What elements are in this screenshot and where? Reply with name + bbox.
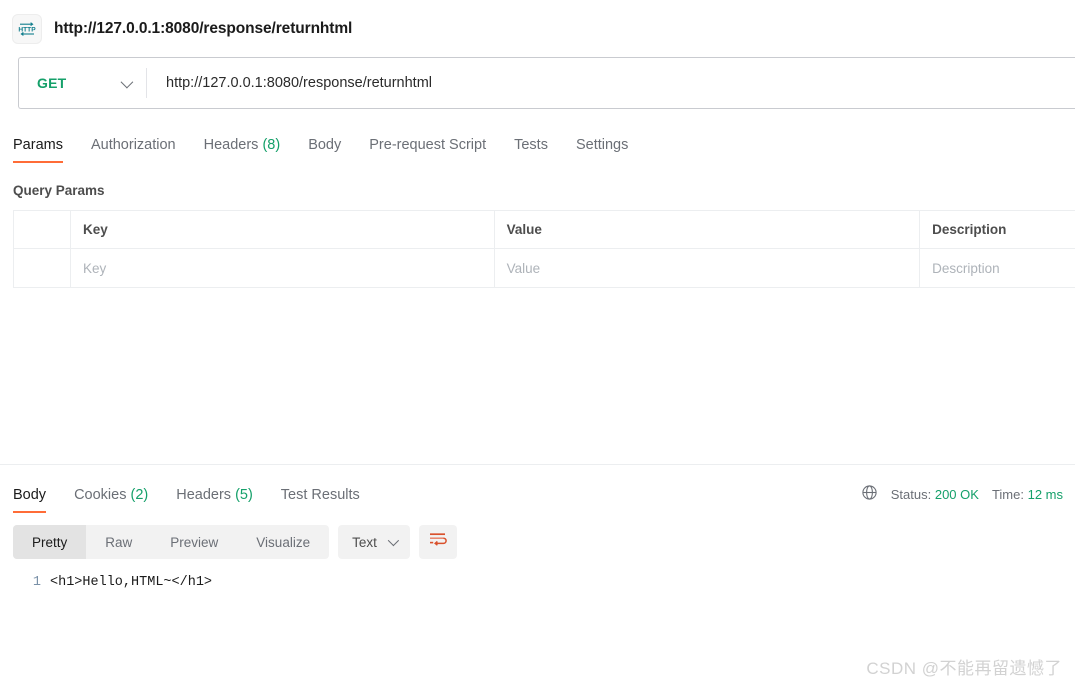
svg-text:HTTP: HTTP <box>18 26 36 33</box>
globe-icon <box>861 484 878 504</box>
column-header-description: Description <box>932 222 1007 237</box>
tab-pre-request-script-label: Pre-request Script <box>369 137 487 153</box>
status-value: 200 OK <box>934 486 979 502</box>
request-title-bar: HTTP http://127.0.0.1:8080/response/retu… <box>0 0 1075 57</box>
tab-tests-label: Tests <box>514 137 548 153</box>
response-tab-cookies-label: Cookies <box>74 487 127 503</box>
column-header-value: Value <box>495 211 921 248</box>
http-protocol-icon: HTTP <box>12 13 42 44</box>
table-row[interactable]: Key Value Description <box>14 249 1075 287</box>
time-badge: Time: 12 ms <box>992 487 1063 502</box>
tab-tests[interactable]: Tests <box>500 137 562 163</box>
tab-headers-label: Headers <box>203 137 259 153</box>
tab-headers[interactable]: Headers (8) <box>190 137 295 163</box>
row-checkbox[interactable] <box>14 249 71 287</box>
code-line: <h1>Hello,HTML~</h1> <box>50 575 213 590</box>
body-view-pretty[interactable]: Pretty <box>13 525 87 559</box>
response-tab-headers-label: Headers <box>176 487 232 503</box>
column-header-checkbox <box>14 211 71 248</box>
tab-body-label: Body <box>308 137 342 153</box>
response-body-code[interactable]: 1 <h1>Hello,HTML~</h1> <box>0 559 1075 590</box>
chevron-down-icon <box>120 75 134 88</box>
http-method-select[interactable]: GET <box>19 58 146 108</box>
tab-settings-label: Settings <box>575 137 629 153</box>
http-method-label: GET <box>37 75 67 91</box>
body-view-toolbar: Pretty Raw Preview Visualize Text <box>0 513 1075 559</box>
response-tab-test-results[interactable]: Test Results <box>267 487 374 513</box>
response-status-group: Status: 200 OK Time: 12 ms <box>861 484 1063 513</box>
tab-pre-request-script[interactable]: Pre-request Script <box>355 137 500 163</box>
query-params-table: Key Value Description Key Value Descript… <box>13 210 1075 288</box>
page-title: http://127.0.0.1:8080/response/returnhtm… <box>54 19 353 37</box>
body-format-label: Text <box>352 534 377 550</box>
value-input[interactable]: Value <box>495 249 921 287</box>
key-input[interactable]: Key <box>71 249 495 287</box>
response-tab-test-results-label: Test Results <box>280 487 360 503</box>
response-tab-body[interactable]: Body <box>13 487 60 513</box>
chevron-down-icon <box>387 534 399 547</box>
table-header-row: Key Value Description <box>14 211 1075 249</box>
body-view-segmented-control: Pretty Raw Preview Visualize <box>13 525 330 559</box>
tab-authorization[interactable]: Authorization <box>77 137 190 163</box>
tab-settings[interactable]: Settings <box>562 137 642 163</box>
response-tabs: Body Cookies (2) Headers (5) Test Result… <box>13 487 374 513</box>
body-view-preview[interactable]: Preview <box>151 525 237 559</box>
word-wrap-button[interactable] <box>418 525 457 559</box>
tab-body[interactable]: Body <box>294 137 355 163</box>
url-bar: GET http://127.0.0.1:8080/response/retur… <box>18 57 1075 109</box>
body-view-visualize[interactable]: Visualize <box>237 525 329 559</box>
tab-authorization-label: Authorization <box>90 137 176 153</box>
query-params-title: Query Params <box>13 183 105 198</box>
status-label: Status: <box>890 486 932 502</box>
response-tab-cookies[interactable]: Cookies (2) <box>60 487 162 513</box>
tab-params-label: Params <box>13 137 63 153</box>
request-tabs: Params Authorization Headers (8) Body Pr… <box>0 123 1075 163</box>
panel-divider <box>0 464 1075 465</box>
response-header: Body Cookies (2) Headers (5) Test Result… <box>0 473 1075 513</box>
response-tab-cookies-count: (2) <box>130 487 149 503</box>
word-wrap-icon <box>428 531 448 553</box>
body-view-raw[interactable]: Raw <box>86 525 151 559</box>
request-panel-spacer <box>0 288 1075 464</box>
time-value: 12 ms <box>1027 486 1063 502</box>
tab-params[interactable]: Params <box>13 137 77 163</box>
line-number: 1 <box>32 575 41 590</box>
watermark: CSDN @不能再留遗憾了 <box>866 659 1062 678</box>
response-tab-body-label: Body <box>13 487 47 503</box>
url-input[interactable]: http://127.0.0.1:8080/response/returnhtm… <box>147 58 1075 108</box>
tab-headers-count: (8) <box>262 137 281 153</box>
response-tab-headers[interactable]: Headers (5) <box>162 487 267 513</box>
status-badge: Status: 200 OK <box>891 487 979 502</box>
column-header-key: Key <box>71 211 495 248</box>
body-format-select[interactable]: Text <box>338 525 410 559</box>
description-input[interactable]: Description <box>920 249 1075 287</box>
response-tab-headers-count: (5) <box>235 487 253 503</box>
time-label: Time: <box>991 486 1024 502</box>
